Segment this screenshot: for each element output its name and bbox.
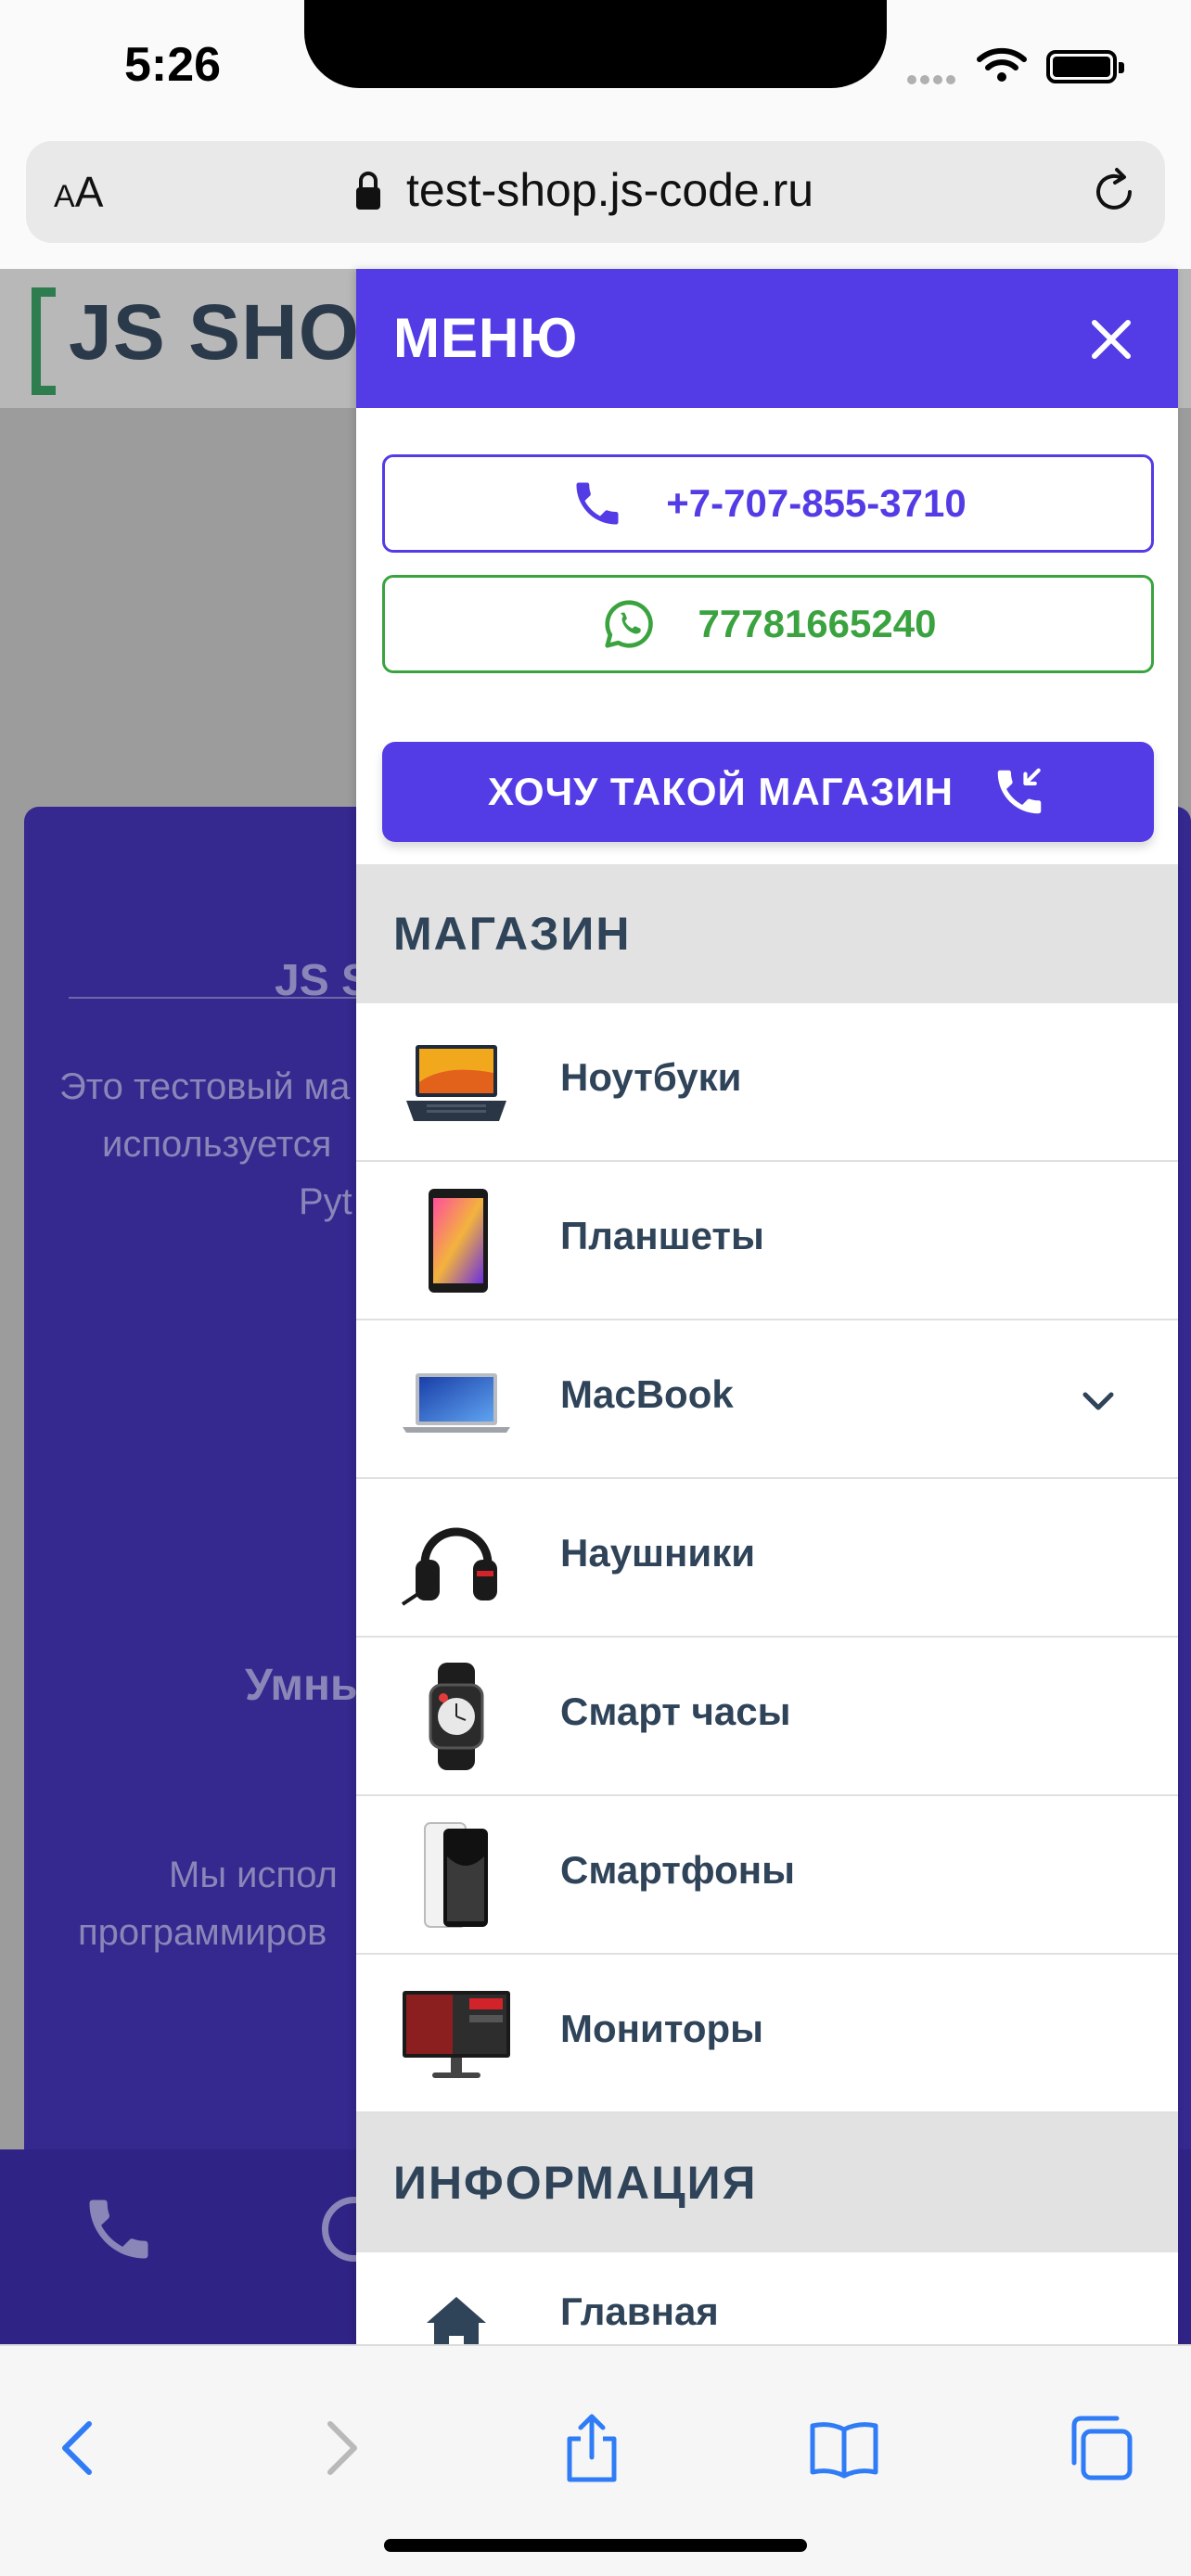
hero-subtitle: Умны [245,1661,368,1710]
status-time: 5:26 [124,38,222,92]
laptop-thumb-icon [406,1045,506,1121]
chevron-down-icon[interactable] [1076,1378,1121,1422]
text-size-button[interactable]: AA [54,167,103,217]
menu-header: МЕНЮ [356,269,1178,408]
monitor-thumb-icon [403,1991,510,2078]
menu-item-label: Мониторы [560,2007,764,2050]
battery-icon [1046,50,1124,83]
hero-text-line: используется [102,1124,332,1165]
menu-item-laptops[interactable]: Ноутбуки [356,1003,1178,1162]
hero-text-line: программиров [78,1912,327,1953]
call-phone-button[interactable]: +7-707-855-3710 [382,454,1154,553]
bookmarks-icon[interactable] [807,2411,881,2485]
menu-title: МЕНЮ [393,307,579,369]
hero-text-line: Pyt [299,1181,352,1222]
menu-item-smartwatches[interactable]: Смарт часы [356,1638,1178,1796]
reload-icon[interactable] [1089,167,1139,217]
lock-icon [356,172,380,210]
menu-item-headphones[interactable]: Наушники [356,1479,1178,1638]
status-bar: 5:26 [0,0,1191,134]
menu-item-label: Смартфоны [560,1848,795,1892]
smartphone-thumb-icon [424,1822,488,1928]
incoming-call-icon [997,768,1042,814]
phone-icon [576,482,619,525]
wifi-icon [977,47,1027,82]
menu-item-monitors[interactable]: Мониторы [356,1955,1178,2113]
cellular-signal-icon [907,72,959,89]
menu-item-label: Планшеты [560,1214,764,1257]
share-icon[interactable] [555,2411,629,2485]
whatsapp-icon [604,600,653,648]
whatsapp-number: 77781665240 [698,602,937,645]
menu-item-label: MacBook [560,1372,734,1416]
phone-icon [89,2200,148,2259]
want-shop-button[interactable]: ХОЧУ ТАКОЙ МАГАЗИН [382,742,1154,842]
section-header-info: ИНФОРМАЦИЯ [356,2113,1178,2252]
camera-notch [304,0,887,88]
home-indicator [384,2539,807,2552]
menu-item-tablets[interactable]: Планшеты [356,1162,1178,1320]
side-menu-drawer: МЕНЮ +7-707-855-3710 77781665240 ХОЧУ ТА… [356,269,1178,2344]
phone-number: +7-707-855-3710 [666,481,967,525]
section-title: МАГАЗИН [393,908,632,960]
hero-text-line: Это тестовый ма [59,1066,351,1107]
forward-icon[interactable] [302,2411,377,2485]
address-bar[interactable]: AA test-shop.js-code.ru [26,141,1165,243]
menu-item-label: Наушники [560,1531,756,1575]
screen: 5:26 AA test-shop.js-code.ru JS SHOP JS … [0,0,1191,2576]
section-title: ИНФОРМАЦИЯ [393,2157,758,2209]
tabs-icon[interactable] [1063,2411,1137,2485]
close-icon[interactable] [1082,310,1141,369]
macbook-thumb-icon [403,1373,510,1433]
smartwatch-thumb-icon [429,1663,484,1770]
headphones-thumb-icon [401,1527,497,1606]
url-text[interactable]: test-shop.js-code.ru [406,163,813,217]
section-header-shop: МАГАЗИН [356,864,1178,1003]
logo-bracket [32,287,56,395]
menu-item-label: Смарт часы [560,1690,791,1733]
tablet-thumb-icon [429,1189,488,1293]
menu-item-label: Ноутбуки [560,1055,742,1099]
menu-item-macbook[interactable]: MacBook [356,1320,1178,1479]
menu-item-label: Главная [560,2289,719,2333]
back-icon[interactable] [43,2411,117,2485]
want-shop-label: ХОЧУ ТАКОЙ МАГАЗИН [487,770,954,813]
menu-item-home[interactable]: Главная [356,2252,1178,2344]
hero-text-line: Мы испол [169,1855,338,1895]
home-icon [427,2297,486,2344]
menu-item-smartphones[interactable]: Смартфоны [356,1796,1178,1955]
whatsapp-button[interactable]: 77781665240 [382,575,1154,673]
